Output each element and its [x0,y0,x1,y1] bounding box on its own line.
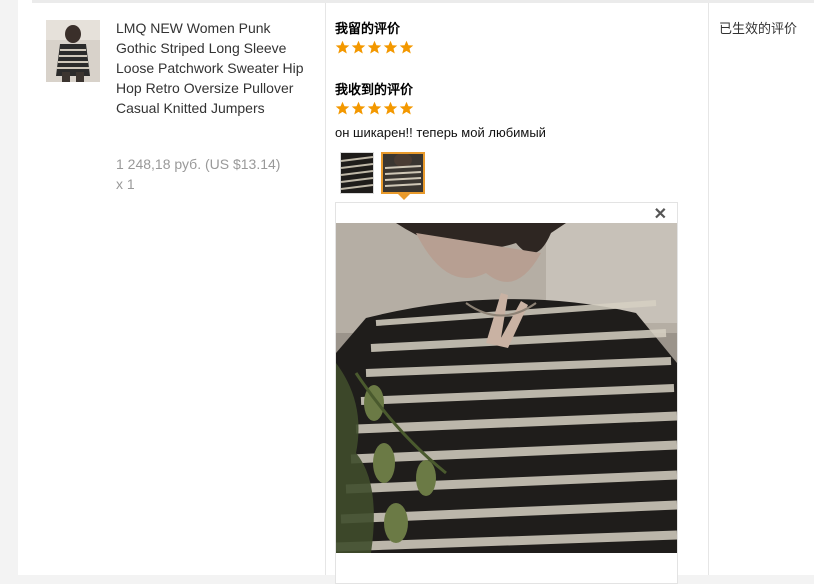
column-divider [708,3,709,575]
top-divider [32,0,814,3]
star-icon [383,40,398,54]
close-icon[interactable]: ✕ [654,207,667,223]
received-review-rating [335,101,414,117]
photo-viewer: ✕ [335,202,678,584]
star-icon [383,101,398,115]
star-icon [351,101,366,115]
star-icon [367,101,382,115]
review-status: 已生效的评价 [719,21,798,36]
review-text: он шикарен!! теперь мой любимый [335,125,546,140]
product-title[interactable]: LMQ NEW Women Punk Gothic Striped Long S… [116,18,311,118]
review-photo-large [336,223,677,553]
column-divider [325,3,326,575]
star-icon [367,40,382,54]
star-icon [335,101,350,115]
received-review-title: 我收到的评价 [335,82,414,97]
product-quantity: x 1 [116,176,135,192]
my-review-title: 我留的评价 [335,21,401,36]
star-icon [399,40,414,54]
product-price: 1 248,18 руб. (US $13.14) [116,156,281,172]
my-review-rating [335,40,414,56]
star-icon [335,40,350,54]
review-photo-thumbnail[interactable] [340,152,374,194]
star-icon [399,101,414,115]
review-photo-thumbnail-selected[interactable] [381,152,425,194]
star-icon [351,40,366,54]
product-thumbnail[interactable] [46,20,100,82]
selected-photo-pointer [397,193,411,200]
